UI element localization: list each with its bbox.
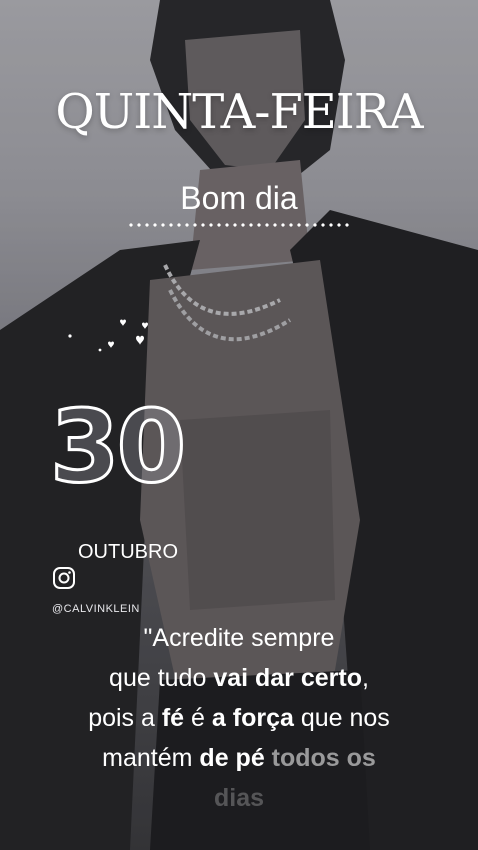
date-number: 30 (48, 387, 187, 507)
quote-line-5: dias (213, 784, 265, 812)
dotted-divider (127, 223, 351, 227)
weekday-title: QUINTA-FEIRA (55, 84, 423, 140)
instagram-handle: @CALVINKLEIN (52, 603, 140, 615)
quote-line-1: "Acredite sempre (143, 624, 335, 652)
quote-line-4: mantém de pé todos os (102, 744, 376, 772)
quote-line-3: pois a fé é a força que nos (88, 704, 390, 732)
month-label: OUTUBRO (78, 541, 178, 563)
greeting-text: Bom dia (180, 180, 298, 216)
hearts-icon (68, 319, 148, 352)
quote-line-2: que tudo vai dar certo, (109, 664, 369, 692)
quote-text: "Acredite sempre que tudo vai dar certo,… (40, 618, 438, 818)
instagram-icon (53, 567, 75, 589)
